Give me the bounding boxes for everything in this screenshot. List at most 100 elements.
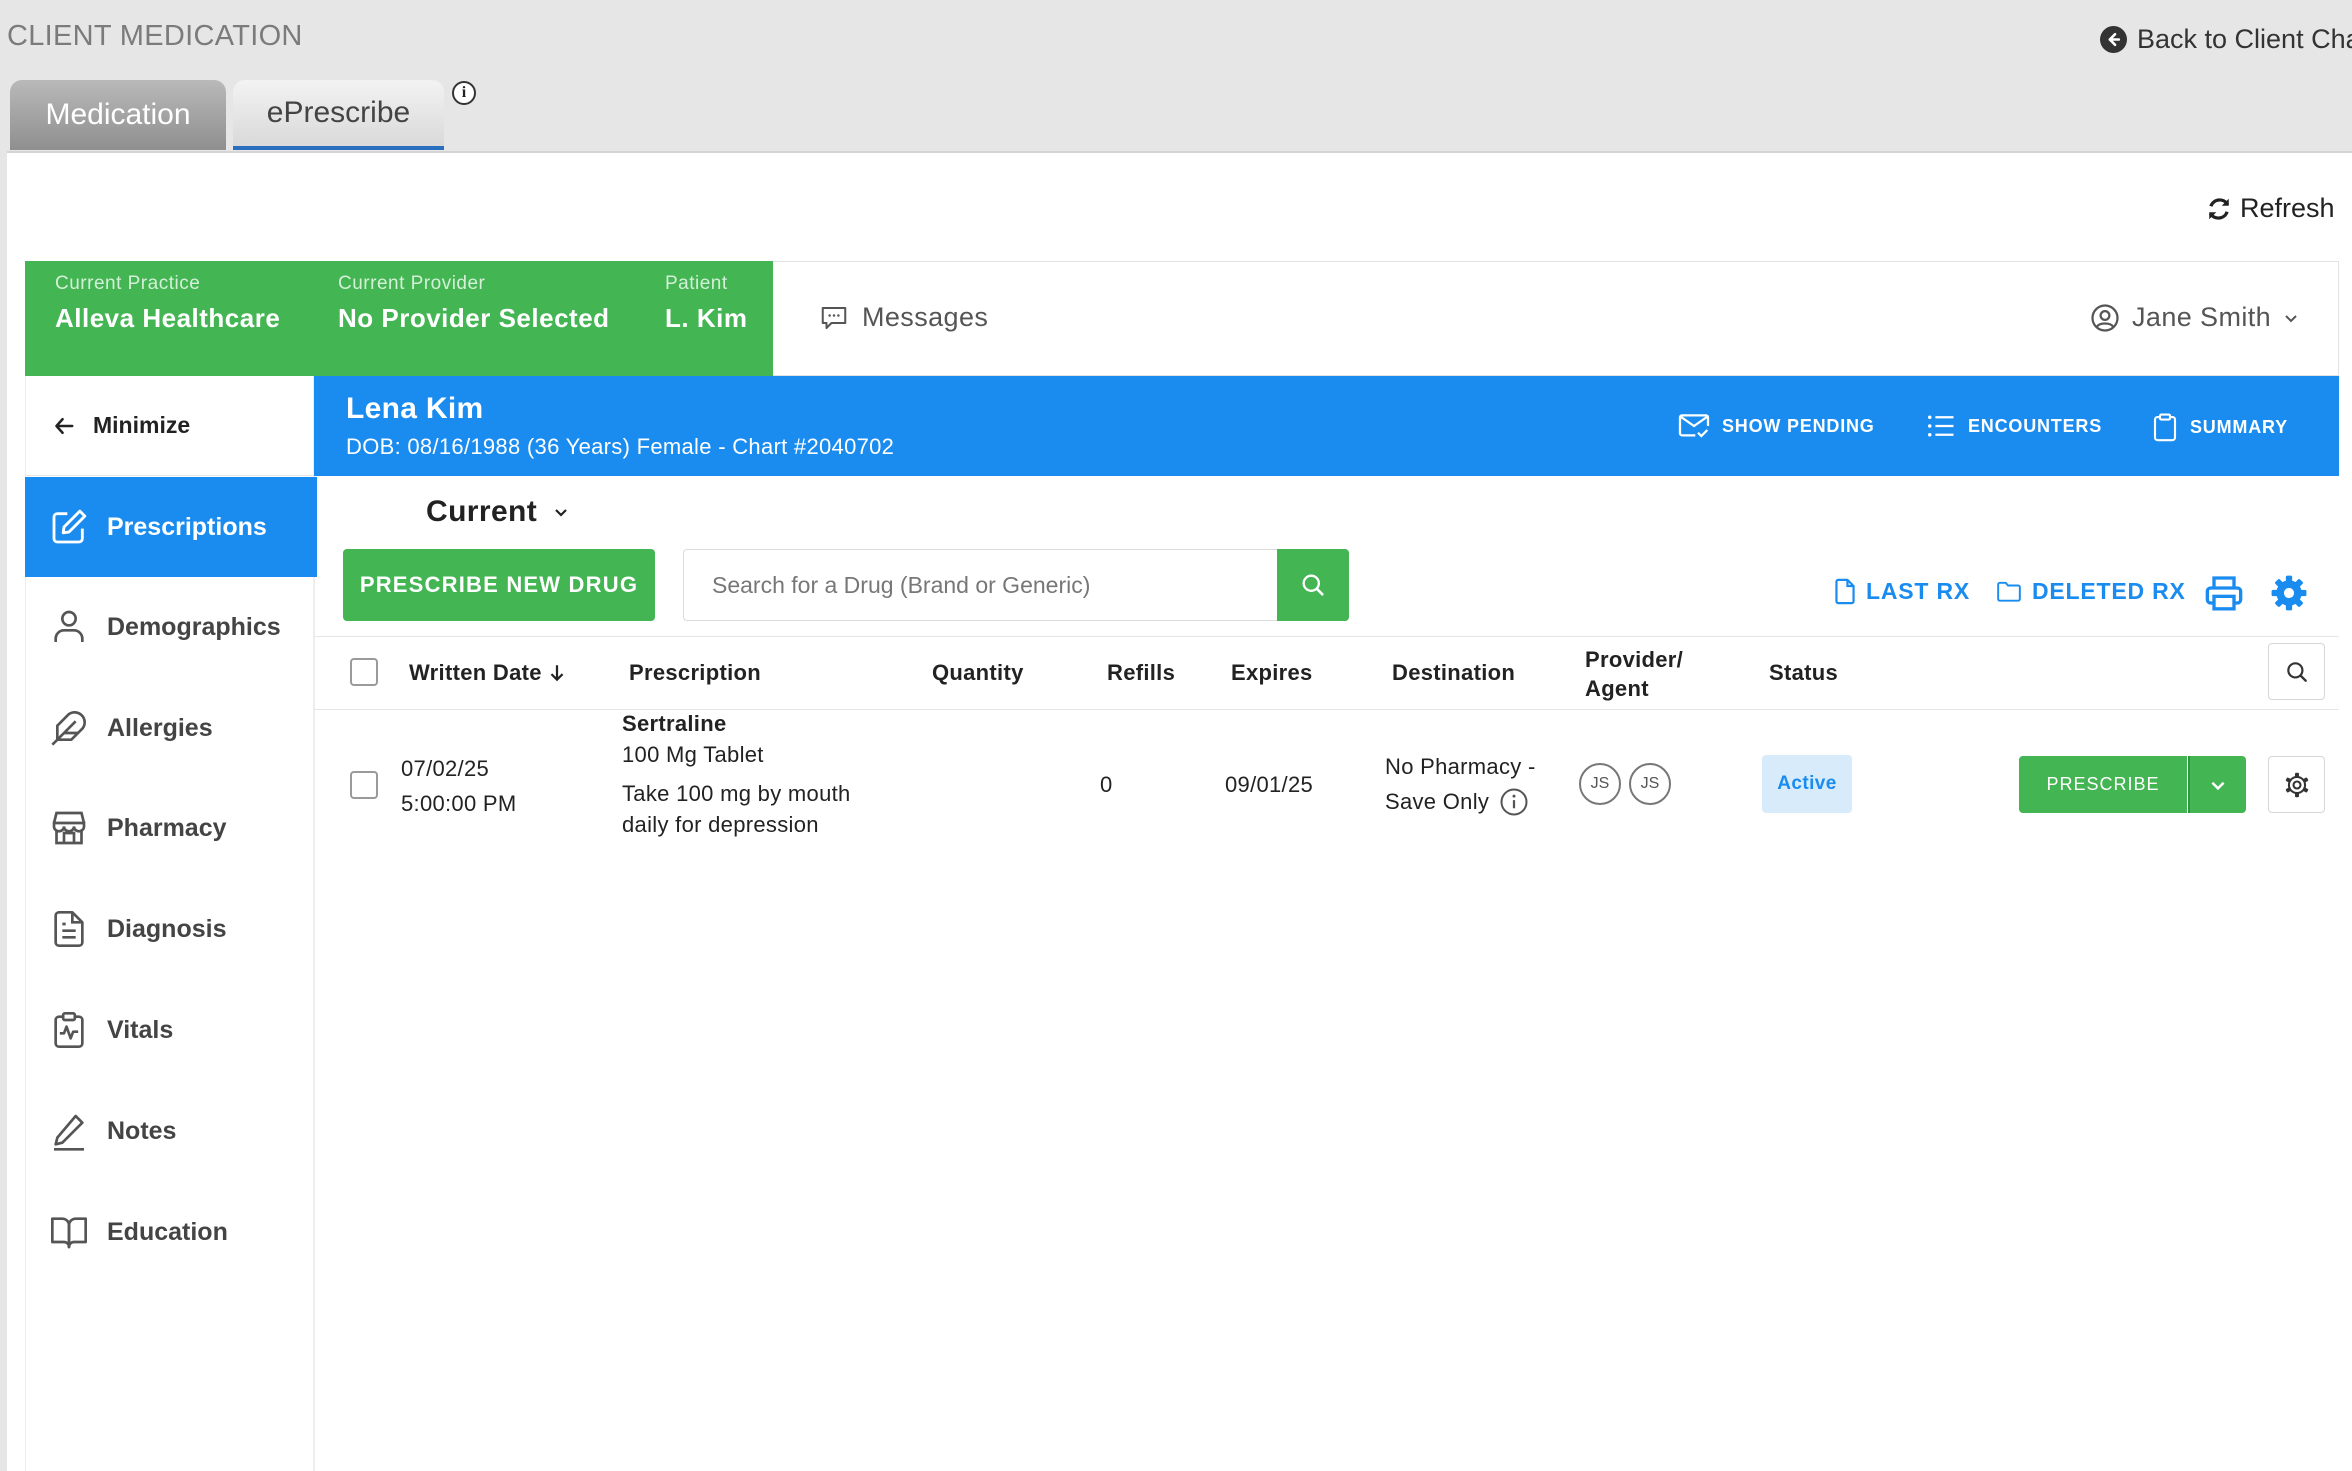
row-expires: 09/01/25 (1225, 772, 1314, 797)
search-icon (2286, 661, 2307, 682)
sidebar-item-label: Education (107, 1217, 228, 1246)
back-to-client-chart-link[interactable]: Back to Client Char (2100, 24, 2352, 55)
info-icon[interactable]: i (452, 81, 476, 105)
sidebar-item-allergies[interactable]: Allergies (25, 678, 317, 778)
chevron-down-icon (555, 509, 567, 517)
gear-icon (2285, 772, 2308, 797)
book-icon (51, 1217, 87, 1249)
refresh-label: Refresh (2240, 193, 2335, 223)
arrow-down-icon (550, 665, 564, 682)
person-icon (54, 610, 84, 642)
page-title: CLIENT MEDICATION (7, 20, 303, 52)
context-bar: Current Practice Alleva Healthcare Curre… (25, 261, 773, 376)
search-button[interactable] (1277, 549, 1349, 621)
prescribe-dropdown-button[interactable] (2188, 756, 2246, 813)
sidebar-item-label: Allergies (107, 713, 213, 742)
search-icon (1302, 574, 1324, 596)
folder-icon (1997, 581, 2021, 602)
column-expires: Expires (1231, 660, 1313, 685)
current-provider-label: Current Provider (338, 273, 486, 294)
tab-eprescribe[interactable]: ePrescribe (233, 80, 444, 150)
table-header (314, 636, 2339, 710)
row-sig-line1: Take 100 mg by mouth (622, 781, 851, 806)
prescribe-button[interactable]: PRESCRIBE (2019, 756, 2187, 813)
refresh-button[interactable]: Refresh (2206, 193, 2335, 224)
row-written-date: 07/02/25 5:00:00 PM (401, 751, 517, 821)
deleted-rx-label: DELETED RX (2032, 578, 2186, 604)
patient-label: Patient (665, 273, 728, 294)
summary-button[interactable]: SUMMARY (2152, 412, 2288, 442)
filter-label: Current (426, 495, 538, 528)
sidebar-item-pharmacy[interactable]: Pharmacy (25, 778, 317, 878)
row-drug-name: Sertraline (622, 711, 727, 736)
gear-icon (2271, 575, 2307, 611)
feather-icon (51, 711, 86, 746)
edit-square-icon (52, 509, 87, 544)
current-patient[interactable]: Patient L. Kim (665, 273, 747, 334)
store-icon (52, 811, 86, 845)
current-provider[interactable]: Current Provider No Provider Selected (338, 273, 610, 334)
agent-avatar[interactable]: JS (1629, 763, 1671, 805)
show-pending-label: SHOW PENDING (1722, 415, 1875, 436)
patient-info: DOB: 08/16/1988 (36 Years) Female - Char… (346, 434, 895, 459)
row-settings-button[interactable] (2268, 756, 2325, 813)
messages-button[interactable]: Messages (818, 302, 988, 333)
sidebar-item-demographics[interactable]: Demographics (25, 577, 317, 677)
patient-value: L. Kim (665, 303, 748, 333)
last-rx-link[interactable]: LAST RX (1834, 578, 1970, 605)
deleted-rx-link[interactable]: DELETED RX (1996, 578, 2186, 605)
sidebar-item-notes[interactable]: Notes (25, 1081, 317, 1181)
column-refills: Refills (1107, 660, 1176, 685)
select-all-checkbox[interactable] (350, 658, 378, 686)
sidebar-item-label: Prescriptions (107, 512, 267, 541)
minimize-button[interactable]: Minimize (25, 376, 315, 476)
show-pending-button[interactable]: SHOW PENDING (1678, 412, 1875, 440)
row-sig-line2: daily for depression (622, 812, 819, 837)
column-written-date-label: Written Date (409, 660, 542, 685)
patient-banner: Lena Kim DOB: 08/16/1988 (36 Years) Fema… (314, 376, 2339, 476)
print-button[interactable] (2203, 572, 2245, 614)
encounters-label: ENCOUNTERS (1968, 415, 2103, 436)
row-checkbox[interactable] (350, 771, 378, 799)
messages-label: Messages (862, 302, 989, 332)
filter-dropdown[interactable]: Current (426, 495, 569, 529)
column-agent-label: Agent (1585, 676, 1649, 701)
sidebar-item-label: Diagnosis (107, 914, 227, 943)
column-provider-label: Provider/ (1585, 647, 1684, 672)
sidebar-item-diagnosis[interactable]: Diagnosis (25, 879, 317, 979)
clipboard-pulse-icon (54, 1012, 84, 1048)
prescribe-new-drug-button[interactable]: PRESCRIBE NEW DRUG (343, 549, 655, 621)
envelope-check-icon (1678, 414, 1710, 438)
row-date: 07/02/25 (401, 756, 490, 781)
sidebar-item-label: Vitals (107, 1015, 174, 1044)
minimize-label: Minimize (93, 412, 191, 438)
list-icon (1928, 415, 1954, 437)
encounters-button[interactable]: ENCOUNTERS (1926, 412, 2102, 440)
sidebar-item-education[interactable]: Education (25, 1182, 317, 1282)
column-quantity: Quantity (932, 660, 1024, 685)
row-drug-form: 100 Mg Tablet (622, 742, 764, 767)
drug-search-input[interactable] (683, 549, 1278, 621)
refresh-icon (2208, 197, 2230, 220)
column-written-date[interactable]: Written Date (409, 660, 566, 686)
provider-avatar[interactable]: JS (1579, 763, 1621, 805)
arrow-left-circle-icon (2100, 26, 2127, 53)
sidebar-item-label: Notes (107, 1116, 177, 1145)
sidebar-item-vitals[interactable]: Vitals (25, 980, 317, 1080)
sidebar-item-prescriptions[interactable]: Prescriptions (25, 477, 317, 577)
column-destination: Destination (1392, 660, 1516, 685)
clipboard-icon (2153, 413, 2177, 442)
back-link-label: Back to Client Char (2137, 24, 2352, 54)
patient-name: Lena Kim (346, 392, 484, 425)
summary-label: SUMMARY (2190, 416, 2288, 437)
info-circle-icon[interactable] (1499, 787, 1529, 817)
chat-bubble-icon (821, 306, 847, 329)
table-search-button[interactable] (2268, 643, 2325, 700)
settings-button[interactable] (2268, 572, 2310, 614)
chevron-down-icon (2285, 314, 2297, 322)
current-provider-value: No Provider Selected (338, 303, 610, 333)
current-practice[interactable]: Current Practice Alleva Healthcare (55, 273, 280, 334)
tab-medication[interactable]: Medication (10, 80, 226, 150)
column-prescription: Prescription (629, 660, 761, 685)
user-menu[interactable]: Jane Smith (2090, 302, 2299, 333)
